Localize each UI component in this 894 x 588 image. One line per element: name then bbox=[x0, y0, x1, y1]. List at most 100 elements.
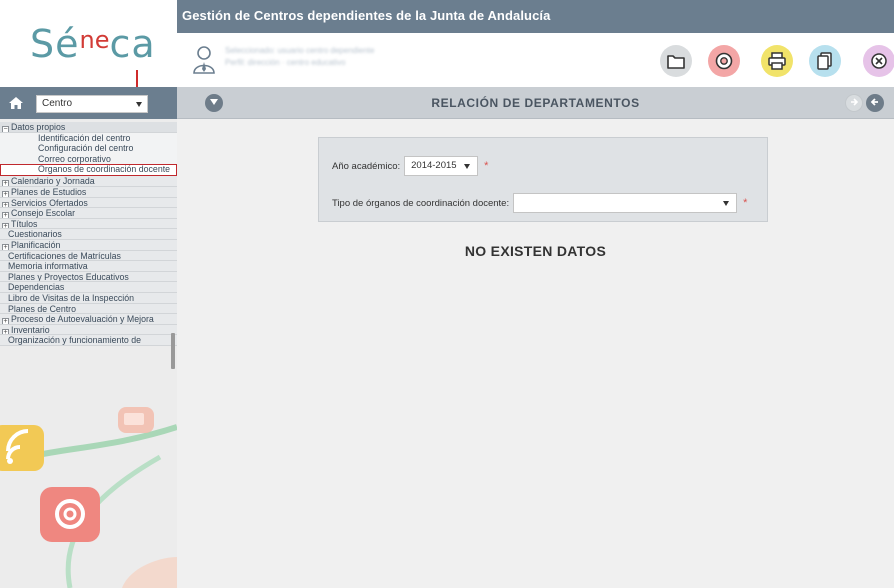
sidebar-item-label: Proceso de Autoevaluación y Mejora bbox=[11, 314, 154, 325]
sidebar-item[interactable]: + Calendario y Jornada bbox=[0, 176, 177, 187]
sidebar-item-label: Memoria informativa bbox=[8, 261, 88, 272]
sidebar-item-label: Libro de Visitas de la Inspección bbox=[8, 292, 135, 303]
home-icon[interactable] bbox=[8, 96, 24, 110]
sidebar-item[interactable]: Identificación del centro bbox=[0, 132, 177, 144]
sidebar-item-label: Organización y funcionamiento de bbox=[8, 335, 142, 346]
sidebar-item[interactable]: Organización y funcionamiento de bbox=[0, 335, 177, 346]
user-icon[interactable] bbox=[192, 45, 216, 75]
year-row: Año académico: 2014-2015 * bbox=[332, 156, 488, 176]
sidebar-item-label: Planes de Estudios bbox=[11, 186, 87, 197]
arrow-left-icon bbox=[870, 94, 880, 112]
sidebar-item-label: Identificación del centro bbox=[38, 132, 131, 143]
year-select-value: 2014-2015 bbox=[411, 160, 457, 171]
sidebar-item-label: Planes de Centro bbox=[8, 303, 76, 314]
user-info: Seleccionado: usuario centro dependiente… bbox=[225, 45, 374, 69]
print-button[interactable] bbox=[761, 45, 793, 77]
expand-icon[interactable]: + bbox=[2, 222, 9, 229]
arrow-right-icon bbox=[849, 94, 859, 112]
copy-icon bbox=[815, 51, 835, 71]
sidebar-item[interactable]: Planes de Centro bbox=[0, 303, 177, 315]
sidebar-item[interactable]: Correo corporativo bbox=[0, 153, 177, 165]
seneca-logo: Séneca bbox=[30, 22, 156, 66]
sidebar-item-label: Configuración del centro bbox=[38, 143, 134, 154]
expand-icon[interactable]: + bbox=[2, 243, 9, 250]
main-panel: RELACIÓN DE DEPARTAMENTOS Año académico:… bbox=[177, 87, 894, 588]
module-select[interactable]: Centro bbox=[36, 95, 148, 113]
user-toolbar: Seleccionado: usuario centro dependiente… bbox=[177, 33, 894, 87]
tipo-row: Tipo de órganos de coordinación docente:… bbox=[332, 193, 747, 213]
tipo-label: Tipo de órganos de coordinación docente: bbox=[332, 197, 510, 209]
user-info-line2: Perfil: dirección · centro educativo bbox=[225, 58, 346, 67]
sidebar-item-label: Cuestionarios bbox=[8, 229, 62, 240]
expand-icon[interactable]: + bbox=[2, 328, 9, 335]
tipo-select[interactable] bbox=[513, 193, 738, 213]
open-folder-button[interactable] bbox=[660, 45, 692, 77]
close-button[interactable] bbox=[863, 45, 894, 77]
expand-icon[interactable]: + bbox=[2, 212, 9, 218]
sidebar-item-label: Datos propios bbox=[11, 122, 66, 132]
expand-icon[interactable]: + bbox=[2, 190, 9, 197]
main-header: RELACIÓN DE DEPARTAMENTOS bbox=[177, 87, 894, 119]
sidebar-item[interactable]: Cuestionarios bbox=[0, 229, 177, 240]
copy-button[interactable] bbox=[809, 45, 841, 77]
sidebar-item[interactable]: + Servicios Ofertados bbox=[0, 197, 177, 209]
sidebar-item[interactable]: + Planes de Estudios bbox=[0, 186, 177, 198]
sidebar-item-label: Consejo Escolar bbox=[11, 208, 76, 219]
sidebar-item[interactable]: + Títulos bbox=[0, 218, 177, 230]
sidebar-item[interactable]: Memoria informativa bbox=[0, 261, 177, 272]
sidebar-item-label: Inventario bbox=[11, 324, 50, 335]
sidebar-item[interactable]: Configuración del centro bbox=[0, 143, 177, 154]
forward-button[interactable] bbox=[845, 94, 863, 112]
sidebar-item-label: Organos de coordinación docente bbox=[38, 164, 171, 175]
sidebar: Centro − Datos propios Identificación del … bbox=[0, 87, 177, 588]
sidebar-item-label: Certificaciones de Matrículas bbox=[8, 250, 121, 261]
sidebar-item-label: Correo corporativo bbox=[38, 153, 111, 164]
sidebar-resize-handle[interactable] bbox=[171, 333, 175, 369]
user-info-line1: Seleccionado: usuario centro dependiente bbox=[225, 46, 375, 55]
sidebar-item[interactable]: Libro de Visitas de la Inspección bbox=[0, 292, 177, 304]
required-mark: * bbox=[743, 197, 748, 209]
sidebar-menu: − Datos propios Identificación del centro C… bbox=[0, 122, 177, 346]
sidebar-item-label: Planificación bbox=[11, 239, 61, 250]
sidebar-item-label: Títulos bbox=[11, 218, 38, 229]
folder-icon bbox=[666, 52, 686, 70]
expand-icon[interactable]: + bbox=[2, 318, 9, 324]
sidebar-item[interactable]: − Datos propios bbox=[0, 122, 177, 133]
expand-icon[interactable]: + bbox=[2, 180, 9, 187]
sidebar-item[interactable]: Certificaciones de Matrículas bbox=[0, 250, 177, 262]
year-label: Año académico: bbox=[332, 160, 401, 172]
chevron-down-icon bbox=[723, 201, 730, 206]
support-icon bbox=[714, 51, 734, 71]
logo-area: Séneca bbox=[0, 0, 177, 95]
sidebar-item[interactable]: + Inventario bbox=[0, 324, 177, 336]
sidebar-item-label: Servicios Ofertados bbox=[11, 197, 88, 208]
print-icon bbox=[767, 51, 787, 71]
decorative-illustration bbox=[0, 407, 177, 588]
sidebar-item[interactable]: Dependencias bbox=[0, 282, 177, 293]
chevron-down-icon bbox=[464, 164, 471, 169]
sidebar-item[interactable]: Organos de coordinación docente bbox=[0, 164, 177, 177]
app-title: Gestión de Centros dependientes de la Ju… bbox=[182, 8, 551, 23]
sidebar-item-label: Calendario y Jornada bbox=[11, 176, 95, 187]
page-title: RELACIÓN DE DEPARTAMENTOS bbox=[431, 96, 640, 110]
pointer-arrow-icon bbox=[131, 70, 143, 95]
sidebar-item[interactable]: + Planificación bbox=[0, 239, 177, 251]
required-mark: * bbox=[484, 160, 489, 172]
chevron-down-icon bbox=[136, 102, 142, 107]
sidebar-item-label: Dependencias bbox=[8, 282, 65, 293]
collapse-icon[interactable]: − bbox=[2, 126, 9, 132]
module-select-value: Centro bbox=[42, 98, 73, 109]
expand-icon[interactable]: + bbox=[2, 201, 9, 208]
empty-state-message: NO EXISTEN DATOS bbox=[464, 243, 607, 259]
back-button[interactable] bbox=[866, 94, 884, 112]
close-icon bbox=[870, 52, 888, 70]
app-title-bar: Gestión de Centros dependientes de la Ju… bbox=[177, 0, 894, 33]
sidebar-item[interactable]: + Consejo Escolar bbox=[0, 208, 177, 219]
filter-form: Año académico: 2014-2015 * Tipo de órgan… bbox=[318, 137, 768, 222]
year-select[interactable]: 2014-2015 bbox=[404, 156, 479, 176]
sidebar-header: Centro bbox=[0, 87, 177, 119]
support-button[interactable] bbox=[708, 45, 740, 77]
sidebar-item-label: Planes y Proyectos Educativos bbox=[8, 271, 129, 282]
sidebar-item[interactable]: + Proceso de Autoevaluación y Mejora bbox=[0, 314, 177, 325]
sidebar-item[interactable]: Planes y Proyectos Educativos bbox=[0, 271, 177, 283]
